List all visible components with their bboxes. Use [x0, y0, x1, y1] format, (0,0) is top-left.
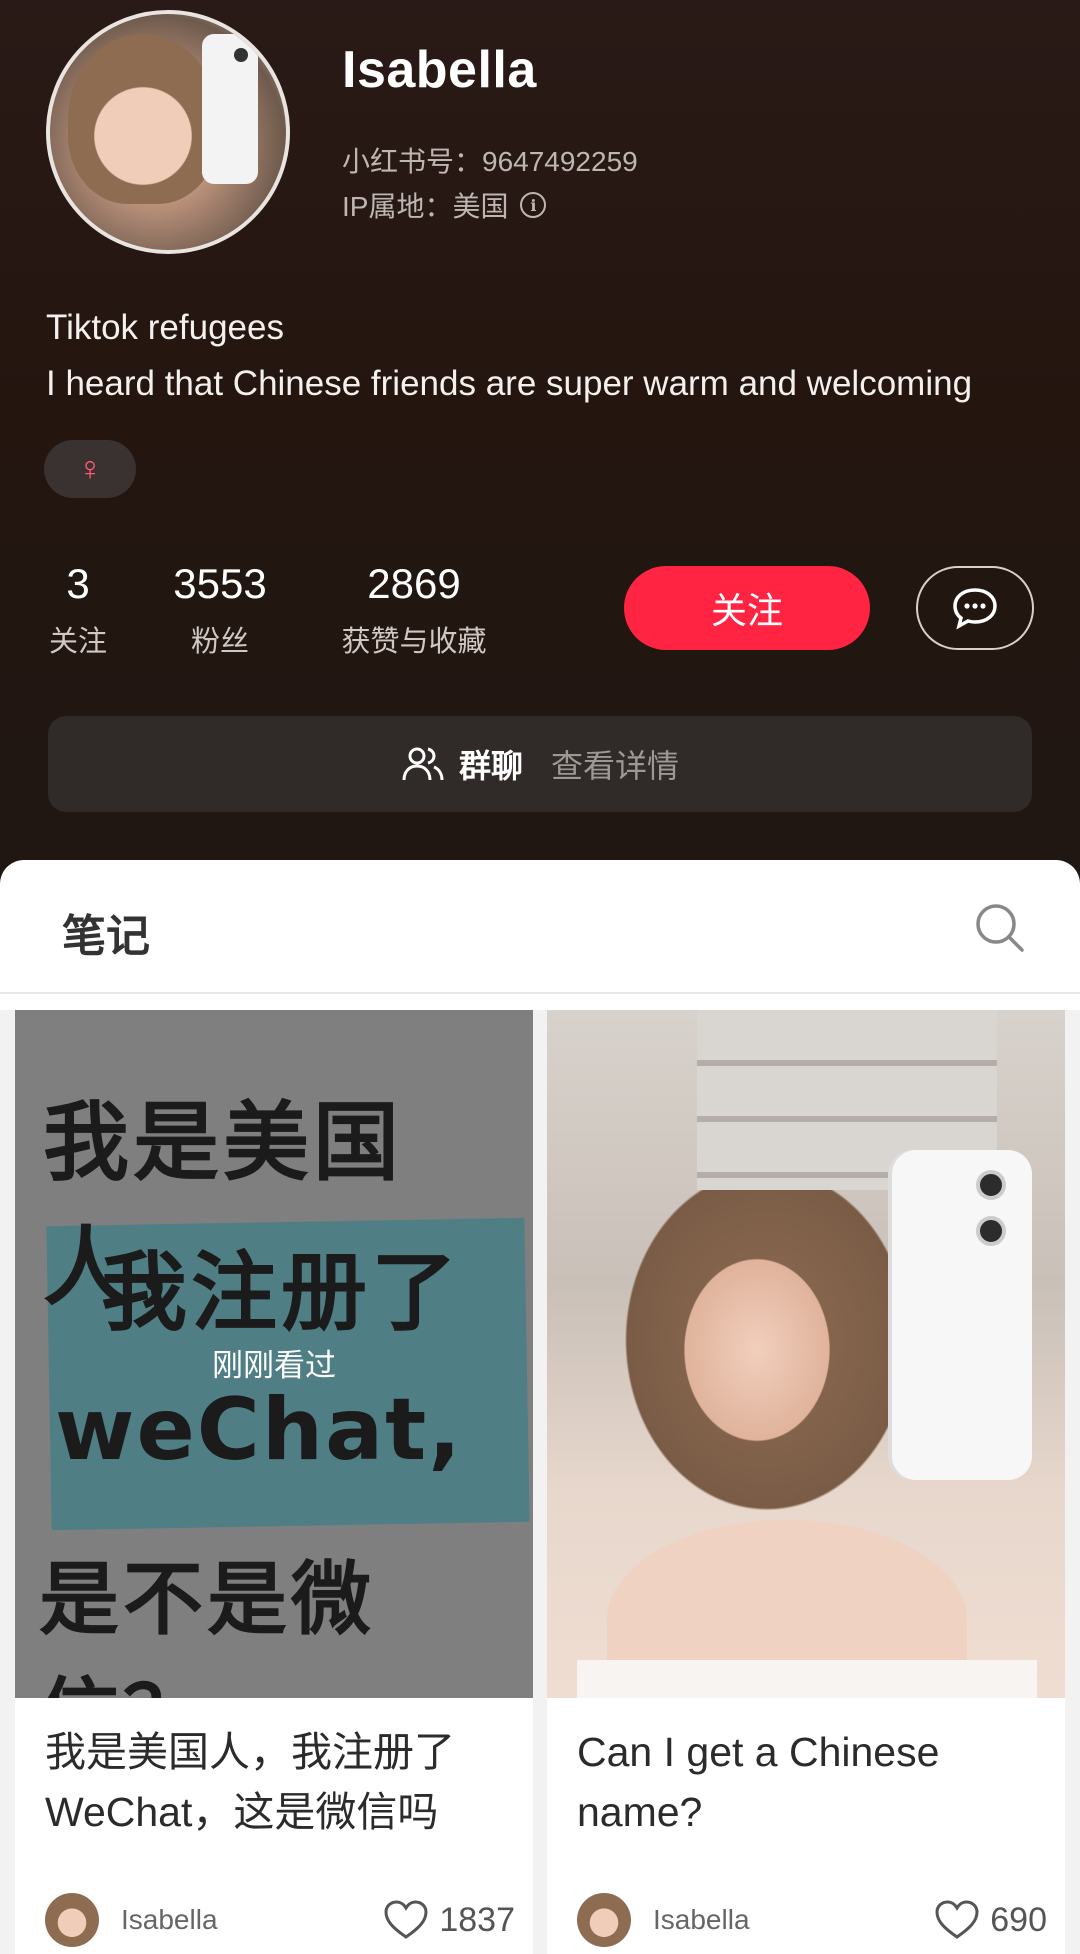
like-count-value: 1837 [439, 1900, 515, 1939]
stat-label: 关注 [48, 626, 107, 658]
notes-section: 笔记 我是美国人， 我注册了 weChat, 是不是微信？ 刚刚看过 我是美国人… [0, 860, 1080, 1954]
like-count[interactable]: 690 [934, 1899, 1047, 1941]
profile-header: Isabella 小红书号：9647492259 IP属地：美国 i Tikto… [0, 0, 1080, 900]
like-count-value: 690 [990, 1900, 1047, 1939]
chat-bubble-icon [953, 588, 997, 630]
avatar[interactable] [46, 10, 290, 254]
ip-location: IP属地：美国 i [342, 185, 547, 225]
stat-label: 粉丝 [190, 626, 249, 658]
notes-grid: 我是美国人， 我注册了 weChat, 是不是微信？ 刚刚看过 我是美国人，我注… [0, 1010, 1080, 1954]
stat-value: 3 [66, 560, 90, 607]
author-avatar[interactable] [45, 1893, 99, 1947]
group-chat-label: 群聊 [458, 748, 523, 784]
cover-text-line: 是不是微信？ [39, 1553, 375, 1698]
ip-location-text: IP属地：美国 [342, 191, 509, 222]
stat-label: 获赞与收藏 [341, 626, 487, 658]
message-button[interactable] [916, 566, 1034, 650]
info-icon[interactable]: i [520, 192, 547, 218]
profile-id: 小红书号：9647492259 [342, 146, 638, 177]
note-author[interactable]: Isabella [121, 1904, 383, 1936]
like-count[interactable]: 1837 [383, 1899, 515, 1941]
stat-following[interactable]: 3 关注 [46, 560, 110, 660]
notes-tabbar: 笔记 [0, 860, 1080, 994]
heart-icon [935, 1900, 979, 1939]
note-footer: Isabella 690 [577, 1890, 1047, 1950]
follow-button[interactable]: 关注 [624, 566, 870, 650]
recently-viewed-label: 刚刚看过 [212, 1348, 336, 1383]
search-icon [976, 904, 1024, 952]
bio-line-2: I heard that Chinese friends are super w… [46, 364, 973, 403]
cover-text-line: weChat, [55, 1380, 463, 1480]
note-card[interactable]: 我是美国人， 我注册了 weChat, 是不是微信？ 刚刚看过 我是美国人，我注… [15, 1010, 533, 1954]
note-author[interactable]: Isabella [653, 1904, 934, 1936]
group-chat-detail: 查看详情 [551, 748, 680, 784]
stat-value: 3553 [173, 560, 267, 607]
profile-name: Isabella [342, 41, 537, 99]
stat-followers[interactable]: 3553 粉丝 [168, 560, 272, 660]
note-title: Can I get a Chinese name? [577, 1729, 940, 1835]
tab-notes[interactable]: 笔记 [62, 900, 150, 964]
cover-text-line: 我注册了 [101, 1243, 461, 1343]
note-card[interactable]: Can I get a Chinese name? Isabella 690 [547, 1010, 1065, 1954]
note-cover: 我是美国人， 我注册了 weChat, 是不是微信？ 刚刚看过 [15, 1010, 533, 1698]
note-footer: Isabella 1837 [45, 1890, 515, 1950]
note-cover [547, 1010, 1065, 1698]
group-icon [402, 747, 444, 781]
bio-line-1: Tiktok refugees [46, 308, 284, 347]
author-avatar[interactable] [577, 1893, 631, 1947]
stat-likes-collects[interactable]: 2869 获赞与收藏 [332, 560, 496, 660]
group-chat-bar[interactable]: 群聊 查看详情 [48, 716, 1032, 812]
female-icon: ♀ [44, 440, 136, 498]
cover-figure-top [577, 1660, 1037, 1698]
heart-icon [384, 1900, 428, 1939]
cover-phone [892, 1150, 1032, 1480]
note-title: 我是美国人，我注册了WeChat，这是微信吗 [45, 1729, 455, 1835]
stat-value: 2869 [367, 560, 461, 607]
search-button[interactable] [972, 900, 1028, 956]
